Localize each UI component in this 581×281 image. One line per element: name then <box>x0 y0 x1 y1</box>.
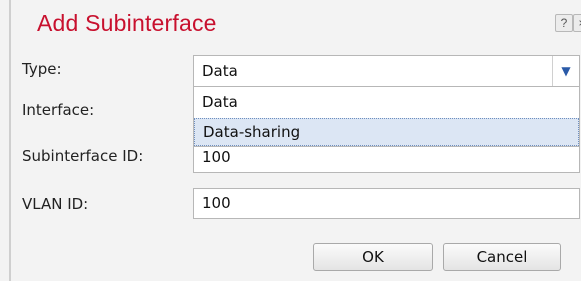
ok-button[interactable]: OK <box>313 243 433 271</box>
vlan-id-label: VLAN ID: <box>22 195 89 213</box>
type-dropdown-list: Data Data-sharing <box>193 87 580 147</box>
cancel-button[interactable]: Cancel <box>443 243 561 271</box>
add-subinterface-dialog: Add Subinterface ? × Type: Data ▼ Data D… <box>0 0 581 281</box>
chevron-down-icon[interactable]: ▼ <box>552 56 579 86</box>
dialog-title: Add Subinterface <box>37 10 217 36</box>
vlan-id-input[interactable]: 100 <box>193 188 580 219</box>
close-icon[interactable]: × <box>573 14 581 32</box>
type-label: Type: <box>22 60 62 78</box>
help-icon[interactable]: ? <box>555 14 573 32</box>
dialog-titlebar: Add Subinterface ? × <box>12 0 581 50</box>
type-select[interactable]: Data ▼ <box>193 55 580 87</box>
interface-label: Interface: <box>22 101 95 119</box>
type-select-value: Data <box>202 62 238 80</box>
type-option-data-sharing[interactable]: Data-sharing <box>194 118 579 146</box>
window-edge <box>9 0 11 281</box>
subinterface-id-label: Subinterface ID: <box>22 147 144 165</box>
type-option-data[interactable]: Data <box>194 88 579 117</box>
